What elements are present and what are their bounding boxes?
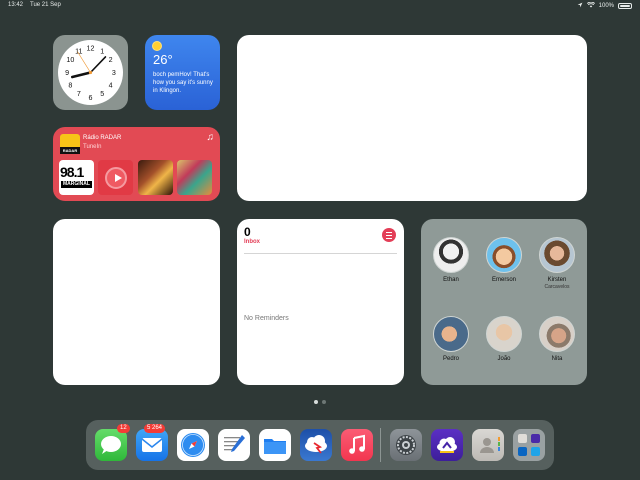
radio-tile-3[interactable]: [138, 160, 173, 195]
svg-text:4: 4: [109, 81, 113, 89]
blank-widget-small[interactable]: [53, 219, 220, 385]
contact-item[interactable]: Nita: [532, 316, 582, 362]
contact-location: Carcavelos: [544, 284, 570, 290]
contact-item[interactable]: Ethan: [426, 237, 476, 283]
sun-icon: [153, 42, 161, 50]
dock: 12 5 264: [86, 420, 554, 470]
radio-tile-1[interactable]: 98.1 MARGINAL: [59, 160, 94, 195]
avatar: [486, 316, 522, 352]
svg-text:7: 7: [77, 90, 81, 98]
cloud-app-icon[interactable]: [431, 429, 463, 461]
weather-temperature: 26°: [153, 52, 173, 67]
dock-separator: [380, 428, 381, 462]
reminders-widget[interactable]: 0 Inbox No Reminders: [237, 219, 404, 385]
contacts-app-icon[interactable]: [472, 429, 504, 461]
svg-text:8: 8: [68, 81, 72, 89]
files-app-icon[interactable]: [259, 429, 291, 461]
contact-name: Emerson: [491, 277, 516, 283]
notes-app-icon[interactable]: [218, 429, 250, 461]
safari-app-icon[interactable]: [177, 429, 209, 461]
mail-badge: 5 264: [144, 424, 166, 433]
analog-clock-icon: 12 1 2 3 4 5 6 7 8 9 10 11: [65, 44, 116, 102]
divider: [244, 253, 397, 254]
contact-item[interactable]: Pedro: [426, 316, 476, 362]
contact-item[interactable]: João: [479, 316, 529, 362]
tile-station-name: MARGINAL: [61, 181, 92, 188]
contact-item[interactable]: Kirsten Carcavelos: [532, 237, 582, 290]
app-folder-icon[interactable]: [513, 429, 545, 461]
music-app-icon[interactable]: [341, 429, 373, 461]
svg-text:11: 11: [75, 48, 82, 56]
settings-app-icon[interactable]: [390, 429, 422, 461]
reminders-list-name: Inbox: [244, 239, 260, 245]
svg-text:3: 3: [112, 69, 116, 77]
svg-text:12: 12: [87, 44, 95, 52]
reminders-empty-text: No Reminders: [244, 315, 289, 322]
avatar: [486, 237, 522, 273]
wifi-icon: [586, 1, 595, 10]
battery-percent: 100%: [598, 3, 614, 9]
blank-widget-large[interactable]: [237, 35, 587, 201]
messages-app-icon[interactable]: 12: [95, 424, 130, 461]
weather-widget[interactable]: 26° boch pemHov! That's how you say it's…: [145, 35, 220, 110]
svg-text:1: 1: [100, 48, 104, 56]
messages-badge: 12: [117, 424, 130, 433]
svg-text:9: 9: [65, 69, 69, 77]
svg-text:5: 5: [100, 90, 104, 98]
radio-tile-2[interactable]: [98, 160, 133, 195]
mail-app-icon[interactable]: 5 264: [136, 424, 168, 461]
contacts-widget[interactable]: Ethan Emerson Kirsten Carcavelos Pedro J…: [421, 219, 587, 385]
clock-widget[interactable]: 12 1 2 3 4 5 6 7 8 9 10 11: [53, 35, 128, 110]
svg-text:2: 2: [109, 56, 113, 64]
contact-name: Pedro: [442, 356, 459, 362]
list-icon[interactable]: [382, 228, 396, 242]
contact-name: Ethan: [443, 277, 459, 283]
clock-face: 12 1 2 3 4 5 6 7 8 9 10 11: [58, 40, 123, 105]
play-disc-icon: [105, 167, 127, 189]
contact-item[interactable]: Emerson: [479, 237, 529, 283]
avatar: [539, 237, 575, 273]
contact-name: Kirsten: [547, 277, 567, 283]
location-icon: [577, 2, 583, 10]
music-note-icon: ♫: [206, 132, 215, 143]
reminders-count: 0: [244, 225, 251, 239]
tile-station-number: 98.1: [60, 164, 84, 180]
battery-icon: [618, 3, 632, 9]
radio-widget[interactable]: RADAR Rádio RADAR TuneIn ♫ 98.1 MARGINAL: [53, 127, 220, 201]
radio-logo: RADAR: [60, 134, 80, 154]
status-right: 100%: [577, 1, 632, 10]
avatar: [433, 237, 469, 273]
status-time: 13:42: [8, 2, 24, 8]
weather-radar-app-icon[interactable]: [300, 429, 332, 461]
avatar: [433, 316, 469, 352]
status-date: Tue 21 Sep: [30, 2, 61, 8]
contact-name: Nita: [551, 356, 563, 362]
page-dot-active[interactable]: [314, 400, 318, 404]
avatar: [539, 316, 575, 352]
contact-name: João: [497, 356, 511, 362]
status-bar: 13:42 Tue 21 Sep 100%: [0, 0, 640, 12]
page-dot[interactable]: [322, 400, 326, 404]
svg-text:6: 6: [89, 94, 93, 102]
svg-text:10: 10: [66, 56, 74, 64]
weather-description: boch pemHov! That's how you say it's sun…: [153, 72, 213, 94]
radio-subtitle: TuneIn: [83, 144, 102, 150]
radio-title: Rádio RADAR: [83, 135, 122, 141]
radio-tile-4[interactable]: [177, 160, 212, 195]
radio-logo-text: RADAR: [60, 147, 80, 154]
